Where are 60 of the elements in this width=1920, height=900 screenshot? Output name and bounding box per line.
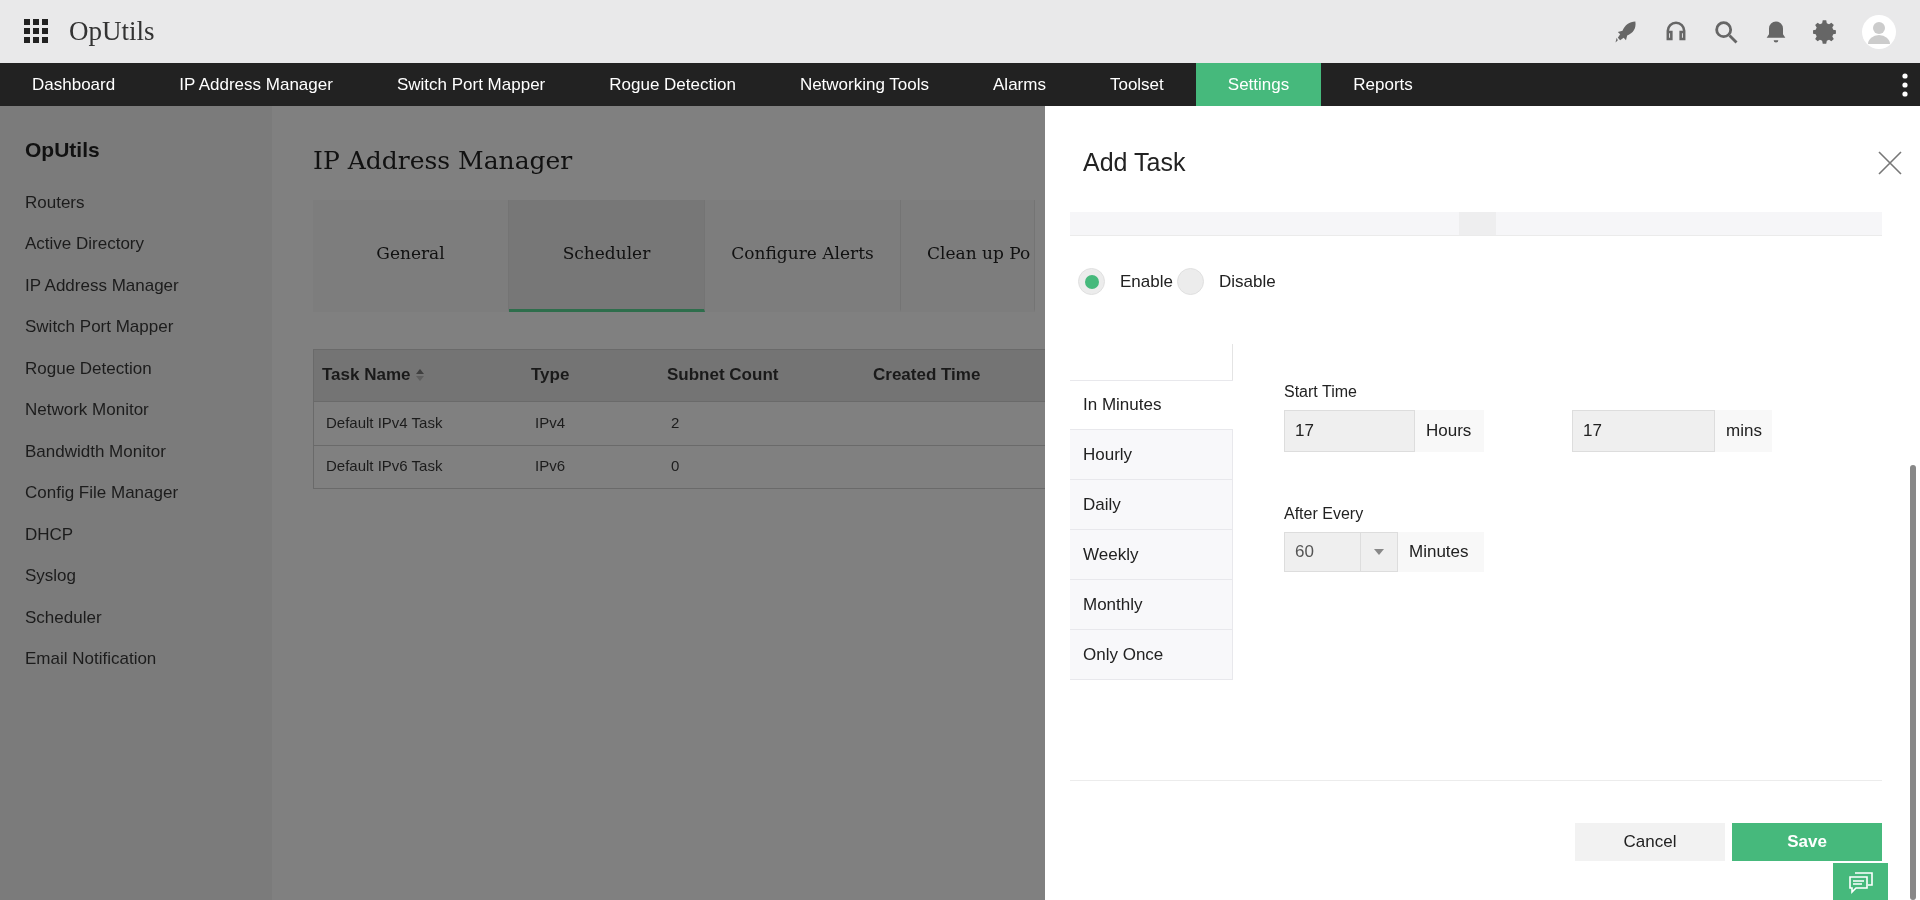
app-title: OpUtils [69, 15, 155, 49]
dialog-title: Add Task [1083, 147, 1186, 179]
sidebar-item[interactable]: Network Monitor [25, 397, 149, 423]
table-cell-text: IPv4 [534, 412, 566, 433]
radio-option[interactable]: Enable [1078, 268, 1173, 295]
nav-tab[interactable]: Settings [1195, 63, 1322, 106]
nav-tab[interactable]: Toolset [1077, 63, 1196, 106]
sidebar-item[interactable]: Email Notification [25, 646, 157, 672]
nav-tab[interactable]: IP Address Manager [147, 63, 365, 106]
nav-tab[interactable]: Rogue Detection [577, 63, 768, 106]
sidebar-item[interactable]: Routers [25, 189, 85, 215]
nav-tab[interactable]: Dashboard [0, 63, 148, 106]
sidebar-item[interactable]: Active Directory [25, 231, 145, 257]
radio-option[interactable]: Disable [1176, 268, 1276, 295]
app-grid-icon[interactable] [24, 19, 49, 44]
column-header[interactable]: Type [523, 362, 659, 388]
sidebar-title: OpUtils [25, 137, 101, 163]
schedule-tab[interactable]: Only Once [1070, 630, 1233, 680]
sidebar-item[interactable]: DHCP [25, 521, 74, 547]
column-header[interactable]: Subnet Count [659, 362, 865, 388]
unit-label: mins [1715, 410, 1772, 452]
caret-icon [1374, 549, 1384, 555]
sidebar-item[interactable]: Rogue Detection [25, 355, 152, 381]
column-header[interactable]: Created Time [865, 362, 1045, 388]
schedule-tab[interactable]: Daily [1070, 480, 1233, 530]
minutes-input[interactable]: 17 [1572, 410, 1715, 452]
nav-tab[interactable]: Switch Port Mapper [364, 63, 578, 106]
sidebar-item[interactable]: Switch Port Mapper [25, 314, 174, 340]
close-icon[interactable] [1878, 151, 1902, 175]
nav-tab[interactable]: Reports [1321, 63, 1445, 106]
save-button[interactable]: Save [1732, 823, 1882, 861]
schedule-tab[interactable]: Monthly [1070, 580, 1233, 630]
table-cell-text: 0 [670, 456, 681, 477]
nav-tab[interactable]: Alarms [961, 63, 1078, 106]
column-header[interactable]: Task Name [314, 362, 523, 388]
sidebar-item[interactable]: IP Address Manager [25, 272, 179, 298]
unit-label: Minutes [1398, 532, 1484, 572]
sort-icon [414, 368, 425, 382]
field-label: After Every [1284, 504, 1365, 524]
sidebar-item[interactable]: Scheduler [25, 604, 102, 630]
cancel-button[interactable]: Cancel [1575, 823, 1725, 861]
chat-icon [1846, 869, 1875, 894]
table-cell-text: IPv6 [534, 456, 566, 477]
nav-tab[interactable]: Networking Tools [767, 63, 962, 106]
table-cell-text: Default IPv6 Task [325, 456, 444, 477]
interval-select[interactable]: 60 [1284, 532, 1398, 572]
schedule-tab[interactable]: In Minutes [1070, 380, 1233, 430]
sidebar-item[interactable]: Bandwidth Monitor [25, 438, 166, 464]
page-title: IP Address Manager [313, 145, 574, 177]
schedule-tab[interactable]: Hourly [1070, 430, 1233, 480]
table-cell-text: Default IPv4 Task [325, 412, 444, 433]
sidebar-item[interactable]: Syslog [25, 563, 77, 589]
table-cell-text: 2 [670, 412, 681, 433]
schedule-tab[interactable]: Weekly [1070, 530, 1233, 580]
field-label: Start Time [1284, 382, 1358, 402]
unit-label: Hours [1415, 410, 1484, 452]
more-menu-icon[interactable] [1902, 72, 1908, 97]
config-tab[interactable]: Scheduler [509, 199, 705, 312]
hours-input[interactable]: 17 [1284, 410, 1415, 452]
sidebar-item[interactable]: Config File Manager [25, 480, 179, 506]
